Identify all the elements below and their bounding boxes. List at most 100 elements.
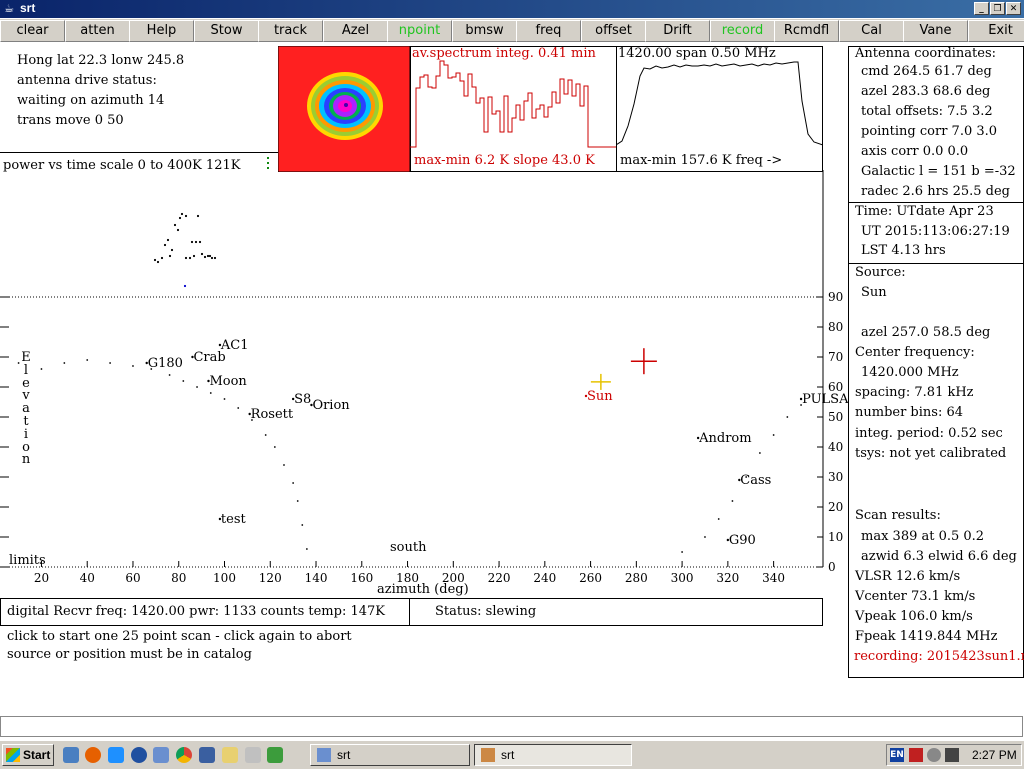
limits-label: limits <box>9 553 46 568</box>
x-tick-label: 20 <box>34 571 49 585</box>
track-point <box>731 500 734 502</box>
track-button[interactable]: track <box>258 20 323 42</box>
record-button[interactable]: record <box>710 20 775 42</box>
track-point <box>63 362 66 364</box>
freq-button[interactable]: freq <box>516 20 581 42</box>
track-point <box>296 500 299 502</box>
close-button[interactable]: ✕ <box>1006 2 1021 15</box>
ie-quicklaunch-icon[interactable] <box>63 747 79 763</box>
azel-sky-plot[interactable]: 20 40 60 80 100 120 140 160 180 200 220 240 260 280 30… <box>0 170 848 598</box>
chrome-icon[interactable] <box>176 747 192 763</box>
power-scale-handle-icon[interactable] <box>267 157 269 171</box>
folder-icon[interactable] <box>222 747 238 763</box>
receiver-status-text: digital Recvr freq: 1420.00 pwr: 1133 co… <box>7 604 385 619</box>
fpeak-text: Fpeak 1419.844 MHz <box>855 629 998 644</box>
source-label-moon[interactable]: Moon <box>209 374 247 389</box>
source-name: Sun <box>861 285 887 300</box>
start-button[interactable]: Start <box>2 744 54 766</box>
side-divider-1 <box>848 202 1024 203</box>
track-point <box>305 548 308 550</box>
taskbar-task-srt-1[interactable]: srt <box>310 744 470 766</box>
offset-button[interactable]: offset <box>581 20 646 42</box>
y-tick-label: 10 <box>828 530 843 544</box>
source-label-rosett[interactable]: Rosett <box>251 407 294 422</box>
window-titlebar[interactable]: ☕ srt _ ❐ ✕ <box>0 0 1024 18</box>
vcenter-text: Vcenter 73.1 km/s <box>855 589 976 604</box>
integ-period-text: integ. period: 0.52 sec <box>855 426 1003 441</box>
galactic-coords: Galactic l = 151 b =-32 <box>861 164 1016 179</box>
source-label-pulsar[interactable]: PULSAR <box>802 392 848 407</box>
shield-icon[interactable] <box>927 748 941 762</box>
command-toolbar: clear atten Help Stow track Azel npoint bmsw fre… <box>0 19 1024 42</box>
source-label-g180[interactable]: G180 <box>148 356 183 371</box>
start-label: Start <box>23 748 51 762</box>
power-sample-point <box>208 254 212 258</box>
track-point <box>109 362 111 364</box>
elevation-axis-label: Elevation <box>20 351 32 467</box>
track-point <box>264 434 267 436</box>
source-label-androm[interactable]: Androm <box>698 431 751 446</box>
power-sample-point <box>200 252 204 256</box>
track-point <box>283 464 285 466</box>
firefox-icon[interactable] <box>85 747 101 763</box>
source-azel: azel 257.0 58.5 deg <box>861 325 991 340</box>
device-icon[interactable] <box>945 748 959 762</box>
azel-button[interactable]: Azel <box>323 20 388 42</box>
maximize-button[interactable]: ❐ <box>990 2 1005 15</box>
track-point <box>786 416 789 418</box>
y-tick-label: 50 <box>828 410 843 424</box>
internet-explorer-icon[interactable] <box>108 747 124 763</box>
rcmdfl-button[interactable]: Rcmdfl <box>774 20 839 42</box>
power-sample-point <box>194 240 198 244</box>
x-tick-label: 280 <box>625 571 648 585</box>
vane-button[interactable]: Vane <box>903 20 968 42</box>
drift-button[interactable]: Drift <box>645 20 710 42</box>
source-label-ac1[interactable]: AC1 <box>220 338 249 353</box>
command-input[interactable] <box>0 716 1023 737</box>
side-divider-2 <box>848 263 1024 264</box>
stow-button[interactable]: Stow <box>194 20 259 42</box>
task-label-active: srt <box>501 748 515 762</box>
source-label-g90[interactable]: G90 <box>729 533 756 548</box>
azimuth-axis-label: azimuth (deg) <box>377 582 469 597</box>
pointing-corr: pointing corr 7.0 3.0 <box>861 124 998 139</box>
help-button[interactable]: Help <box>129 20 194 42</box>
power-sample-point <box>213 256 217 260</box>
y-tick-label: 40 <box>828 440 843 454</box>
atten-button[interactable]: atten <box>65 20 130 42</box>
scan-max: max 389 at 0.5 0.2 <box>861 529 985 544</box>
x-tick-label: 40 <box>80 571 95 585</box>
track-point <box>40 368 43 370</box>
source-header: Source: <box>855 265 906 280</box>
y-tick-label: 20 <box>828 500 843 514</box>
track-point <box>717 518 720 520</box>
minimize-button[interactable]: _ <box>974 2 989 15</box>
source-label-cass[interactable]: Cass <box>740 473 771 488</box>
source-label-test[interactable]: test <box>221 512 247 527</box>
source-label-sun[interactable]: Sun <box>587 389 613 404</box>
clear-button[interactable]: clear <box>0 20 65 42</box>
notepad-icon[interactable] <box>245 747 261 763</box>
bmsw-button[interactable]: bmsw <box>452 20 517 42</box>
power-sample-point <box>190 240 194 244</box>
track-point <box>86 359 89 361</box>
south-label: south <box>390 540 427 555</box>
source-label-s8[interactable]: S8 <box>294 392 311 407</box>
exit-button[interactable]: Exit <box>968 20 1024 42</box>
network-status-icon[interactable] <box>909 748 923 762</box>
help-message-2: source or position must be in catalog <box>7 647 252 662</box>
lst-time: LST 4.13 hrs <box>861 243 946 258</box>
cal-button[interactable]: Cal <box>839 20 904 42</box>
app-icon[interactable] <box>199 747 215 763</box>
language-indicator[interactable]: EN <box>890 748 904 762</box>
taskbar-task-srt-2[interactable]: srt <box>474 744 632 766</box>
power-sample-point <box>210 256 214 260</box>
x-tick-label: 80 <box>171 571 186 585</box>
source-label-orion[interactable]: Orion <box>312 398 350 413</box>
x-tick-label: 340 <box>762 571 785 585</box>
npoint-button[interactable]: npoint <box>387 20 452 42</box>
network-icon[interactable] <box>153 747 169 763</box>
media-player-icon[interactable] <box>131 747 147 763</box>
paint-icon[interactable] <box>267 747 283 763</box>
location-text: Hong lat 22.3 lonw 245.8 <box>17 53 185 68</box>
